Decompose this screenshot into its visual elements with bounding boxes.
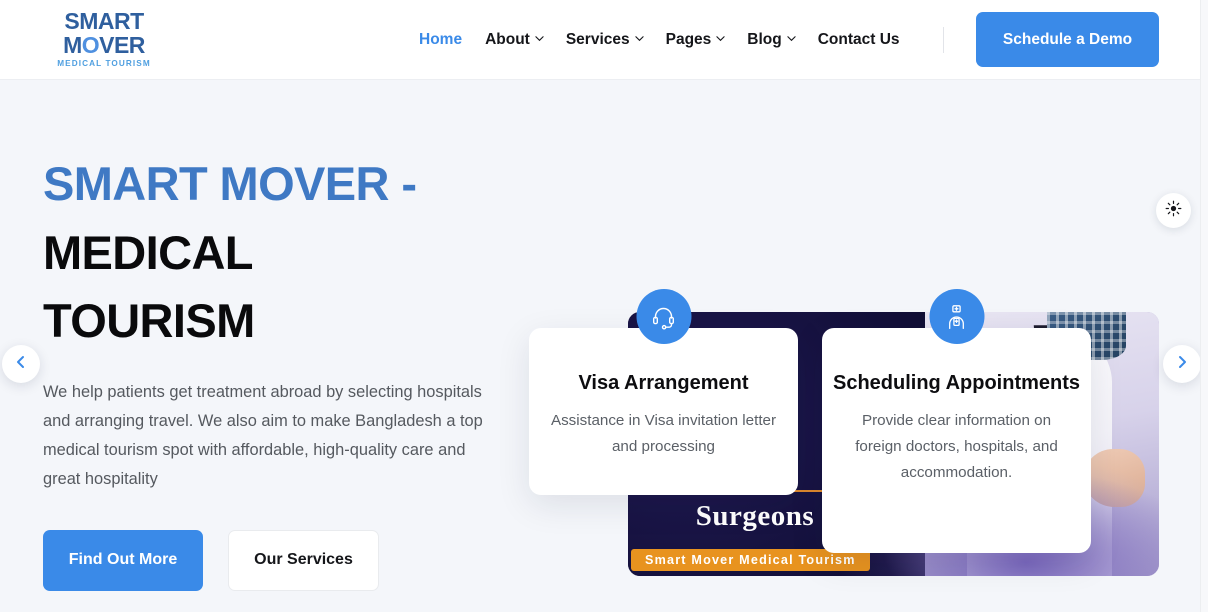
sun-icon [1165, 200, 1182, 222]
logo-line-2-a: M [63, 32, 82, 59]
find-out-more-button[interactable]: Find Out More [43, 529, 203, 591]
our-services-button[interactable]: Our Services [228, 529, 379, 591]
logo-line-2: MOVER [63, 34, 145, 57]
logo-line-2-b: VER [99, 32, 145, 59]
media-caption: Surgeons [665, 488, 845, 533]
nav-item-pages[interactable]: Pages [666, 31, 725, 49]
chevron-down-icon [716, 34, 725, 42]
hero-heading: SMART MOVER - MEDICAL TOURISM [43, 150, 513, 356]
schedule-demo-button[interactable]: Schedule a Demo [976, 12, 1159, 67]
hero-section: SMART MOVER - MEDICAL TOURISM We help pa… [0, 80, 1200, 612]
media-caption-title: Surgeons [695, 500, 815, 532]
nav-item-label: Contact Us [817, 30, 900, 48]
theme-toggle-button[interactable] [1156, 193, 1191, 228]
logo-cross-icon: O [81, 32, 100, 59]
page-root: SMART MOVER MEDICAL TOURISM Home About S… [0, 0, 1208, 612]
nav-item-label: Blog [747, 30, 782, 48]
doctor-icon [929, 289, 984, 344]
nav-divider [942, 26, 944, 53]
nav-item-home[interactable]: Home [419, 31, 462, 49]
nav-item-services[interactable]: Services [565, 30, 644, 49]
feature-card-title: Visa Arrangement [578, 372, 749, 394]
main-nav: Home About Services Pages Blog Contact U… [419, 26, 1005, 53]
nav-item-blog[interactable]: Blog [747, 30, 796, 49]
chevron-right-icon [1175, 355, 1189, 374]
hero-heading-dark-1: MEDICAL [43, 225, 254, 279]
feature-card-scheduling-appointments[interactable]: Scheduling Appointments Provide clear in… [822, 289, 1091, 553]
feature-card-title: Scheduling Appointments [832, 372, 1081, 394]
nav-item-contact-us[interactable]: Contact Us [818, 31, 900, 49]
chevron-down-icon [535, 34, 544, 42]
feature-card-visa-arrangement[interactable]: Visa Arrangement Assistance in Visa invi… [529, 289, 798, 495]
chevron-down-icon [787, 34, 796, 42]
nav-item-label: Home [419, 30, 463, 48]
site-header: SMART MOVER MEDICAL TOURISM Home About S… [0, 0, 1200, 80]
feature-card-description: Provide clear information on foreign doc… [855, 412, 1058, 482]
headset-icon [636, 289, 691, 344]
logo-line-1: SMART [64, 8, 144, 35]
chevron-left-icon [14, 355, 28, 374]
carousel-prev-button[interactable] [2, 345, 40, 383]
hero-text-block: SMART MOVER - MEDICAL TOURISM We help pa… [43, 150, 513, 591]
nav-item-label: Services [565, 30, 630, 48]
hero-paragraph: We help patients get treatment abroad by… [43, 382, 483, 489]
hero-heading-blue: SMART MOVER - [43, 157, 417, 210]
nav-item-label: Pages [665, 30, 712, 48]
page-scrollbar[interactable] [1200, 0, 1208, 612]
logo-tagline: MEDICAL TOURISM [57, 59, 151, 69]
feature-card-description: Assistance in Visa invitation letter and… [550, 412, 777, 456]
carousel-next-button[interactable] [1163, 345, 1201, 383]
hero-heading-dark-2: TOURISM [43, 294, 255, 348]
nav-item-about[interactable]: About [485, 30, 544, 49]
chevron-down-icon [634, 34, 644, 42]
nav-item-label: About [485, 30, 530, 48]
site-logo[interactable]: SMART MOVER MEDICAL TOURISM [52, 10, 156, 68]
hero-button-group: Find Out More Our Services [43, 529, 513, 591]
